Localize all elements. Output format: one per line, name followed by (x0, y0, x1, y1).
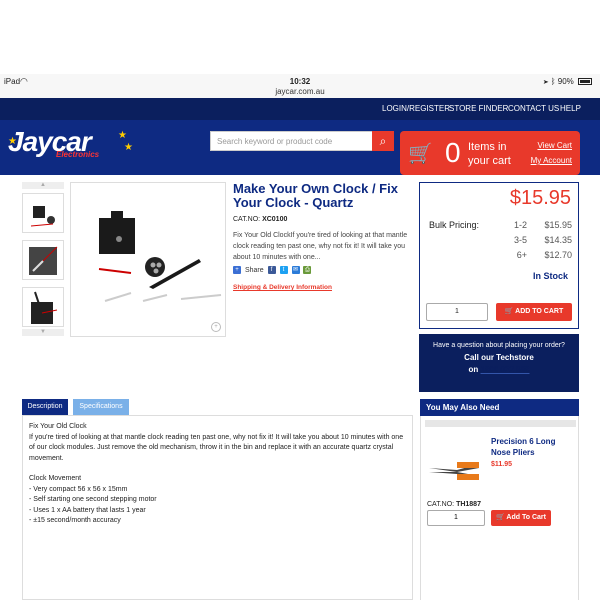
cart-items-label: Items in your cart (468, 140, 511, 168)
address-bar[interactable]: jaycar.com.au (0, 87, 600, 96)
star-icon: ★ (118, 130, 127, 141)
description-heading: Fix Your Old Clock (29, 423, 87, 430)
cart-icon: 🛒 (504, 308, 514, 315)
related-catno-label: CAT.NO: (427, 501, 455, 508)
cart-items-line2: your cart (468, 155, 511, 167)
related-quantity-input[interactable]: 1 (427, 510, 485, 526)
twitter-icon[interactable]: t (279, 266, 288, 274)
related-add-to-cart-label: Add To Cart (506, 514, 546, 521)
search-input[interactable]: Search keyword or product code (210, 131, 373, 151)
description-subheading: Clock Movement (29, 475, 82, 482)
quantity-input[interactable]: 1 (426, 303, 488, 321)
view-cart-link[interactable]: View Cart (537, 141, 572, 150)
techstore-question: Have a question about placing your order… (433, 342, 565, 349)
bulk-tier-price: $15.95 (544, 220, 572, 230)
cart-summary[interactable]: 🛒 0 Items in your cart View Cart My Acco… (400, 131, 580, 175)
techstore-banner: Have a question about placing your order… (419, 334, 579, 392)
add-to-cart-label: ADD TO CART (515, 308, 564, 315)
techstore-on: on (468, 365, 479, 374)
star-icon: ★ (8, 136, 17, 147)
battery-icon (578, 78, 592, 86)
facebook-icon[interactable]: f (267, 266, 276, 274)
thumbnail-2[interactable] (22, 240, 64, 280)
product-catno: CAT.NO: XC0100 (233, 216, 287, 223)
search-icon: ⌕ (379, 134, 387, 148)
search-button[interactable]: ⌕ (372, 131, 394, 151)
related-product-catno: CAT.NO: TH1887 (427, 501, 481, 508)
top-nav: LOGIN/REGISTER STORE FINDER CONTACT US H… (0, 98, 600, 120)
cart-icon: 🛒 (408, 143, 433, 165)
jaycar-logo[interactable]: Jaycar Electronics (8, 126, 99, 159)
catno-label: CAT.NO: (233, 216, 261, 223)
status-bar: iPad ◠ 10:32 jaycar.com.au ➤ ᛒ 90% (0, 74, 600, 98)
related-product-title[interactable]: Precision 6 Long Nose Pliers (491, 436, 573, 458)
product-main-image[interactable]: + (70, 182, 226, 337)
cart-items-line1: Items in (468, 141, 507, 153)
product-price: $15.95 (509, 187, 571, 209)
product-title: Make Your Own Clock / Fix Your Clock - Q… (233, 181, 398, 210)
stock-status: In Stock (532, 271, 568, 281)
bulk-pricing-label: Bulk Pricing: (429, 220, 480, 230)
price-box: $15.95 Bulk Pricing: 1-2 $15.95 3-5 $14.… (419, 182, 579, 329)
thumb-scroll-up[interactable]: ▲ (22, 182, 64, 189)
pliers-image[interactable] (427, 450, 481, 490)
related-product-card: Precision 6 Long Nose Pliers $11.95 CAT.… (420, 416, 579, 600)
thumb-scroll-down[interactable]: ▼ (22, 329, 64, 336)
product-short-description: Fix Your Old ClockIf you're tired of loo… (233, 232, 408, 261)
clock-kit-thumb-image (30, 206, 55, 227)
star-icon: ★ (124, 142, 133, 153)
shipping-info-link[interactable]: Shipping & Delivery Information (233, 284, 332, 291)
related-product-price: $11.95 (491, 461, 513, 468)
bulk-tier-qty: 3-5 (513, 235, 527, 245)
description-bullet: - Very compact 56 x 56 x 15mm (29, 485, 128, 493)
tab-specifications[interactable]: Specifications (73, 399, 129, 415)
zoom-icon[interactable]: + (211, 322, 221, 332)
logo-subtext: Electronics (56, 150, 100, 159)
clock-kit-image (98, 211, 222, 302)
bluetooth-icon: ᛒ (550, 77, 556, 86)
email-icon[interactable]: ✉ (291, 266, 300, 274)
store-finder-link[interactable]: STORE FINDER (449, 104, 508, 113)
help-link[interactable]: HELP (560, 104, 581, 113)
my-account-link[interactable]: My Account (531, 156, 572, 165)
clock-assembled-thumb-image (31, 291, 58, 324)
contact-us-link[interactable]: CONTACT US (508, 104, 559, 113)
description-bullet: - Uses 1 x AA battery that lasts 1 year (29, 506, 146, 514)
techstore-call: Call our Techstore (464, 353, 534, 362)
print-icon[interactable]: ⎙ (303, 266, 312, 274)
battery-percent: 90% (557, 77, 574, 86)
techstore-phone-link[interactable]: 1800 022 888 (480, 365, 530, 374)
catno-value: XC0100 (262, 216, 288, 223)
page: iPad ◠ 10:32 jaycar.com.au ➤ ᛒ 90% LOGIN… (0, 0, 600, 600)
related-add-to-cart-button[interactable]: 🛒 Add To Cart (491, 510, 551, 526)
bulk-tier-price: $12.70 (544, 250, 572, 260)
add-to-cart-button[interactable]: 🛒 ADD TO CART (496, 303, 572, 321)
bulk-tier-price: $14.35 (544, 235, 572, 245)
description-bullet: - ±15 second/month accuracy (29, 517, 121, 524)
tab-description[interactable]: Description (22, 399, 68, 415)
description-bullet: - Self starting one second stepping moto… (29, 496, 157, 503)
share-label[interactable]: Share (245, 267, 264, 274)
login-register-link[interactable]: LOGIN/REGISTER (382, 104, 450, 113)
share-row: + Share f t ✉ ⎙ (233, 266, 313, 278)
location-icon: ➤ (543, 77, 549, 86)
description-panel: Fix Your Old Clock If you're tired of lo… (22, 415, 413, 600)
share-plus-icon[interactable]: + (233, 266, 241, 274)
thumbnail-1[interactable] (22, 193, 64, 233)
clock-hands-thumb-image (29, 246, 58, 275)
description-paragraph: If you're tired of looking at that mantl… (29, 433, 404, 462)
you-may-also-need-heading: You May Also Need (420, 399, 579, 416)
clock-time: 10:32 (289, 77, 311, 86)
thumbnail-strip: ▲ ▼ (22, 182, 64, 337)
bulk-tier-qty: 6+ (516, 250, 527, 260)
status-right: ➤ ᛒ 90% (544, 77, 592, 86)
cart-icon: 🛒 (496, 514, 505, 521)
related-scroll-bar[interactable] (425, 420, 576, 427)
cart-count: 0 (445, 137, 461, 168)
bulk-tier-qty: 1-2 (513, 220, 527, 230)
techstore-phone-line: on 1800 022 888 (419, 365, 579, 374)
related-catno-value: TH1887 (456, 501, 481, 508)
thumbnail-3[interactable] (22, 287, 64, 327)
